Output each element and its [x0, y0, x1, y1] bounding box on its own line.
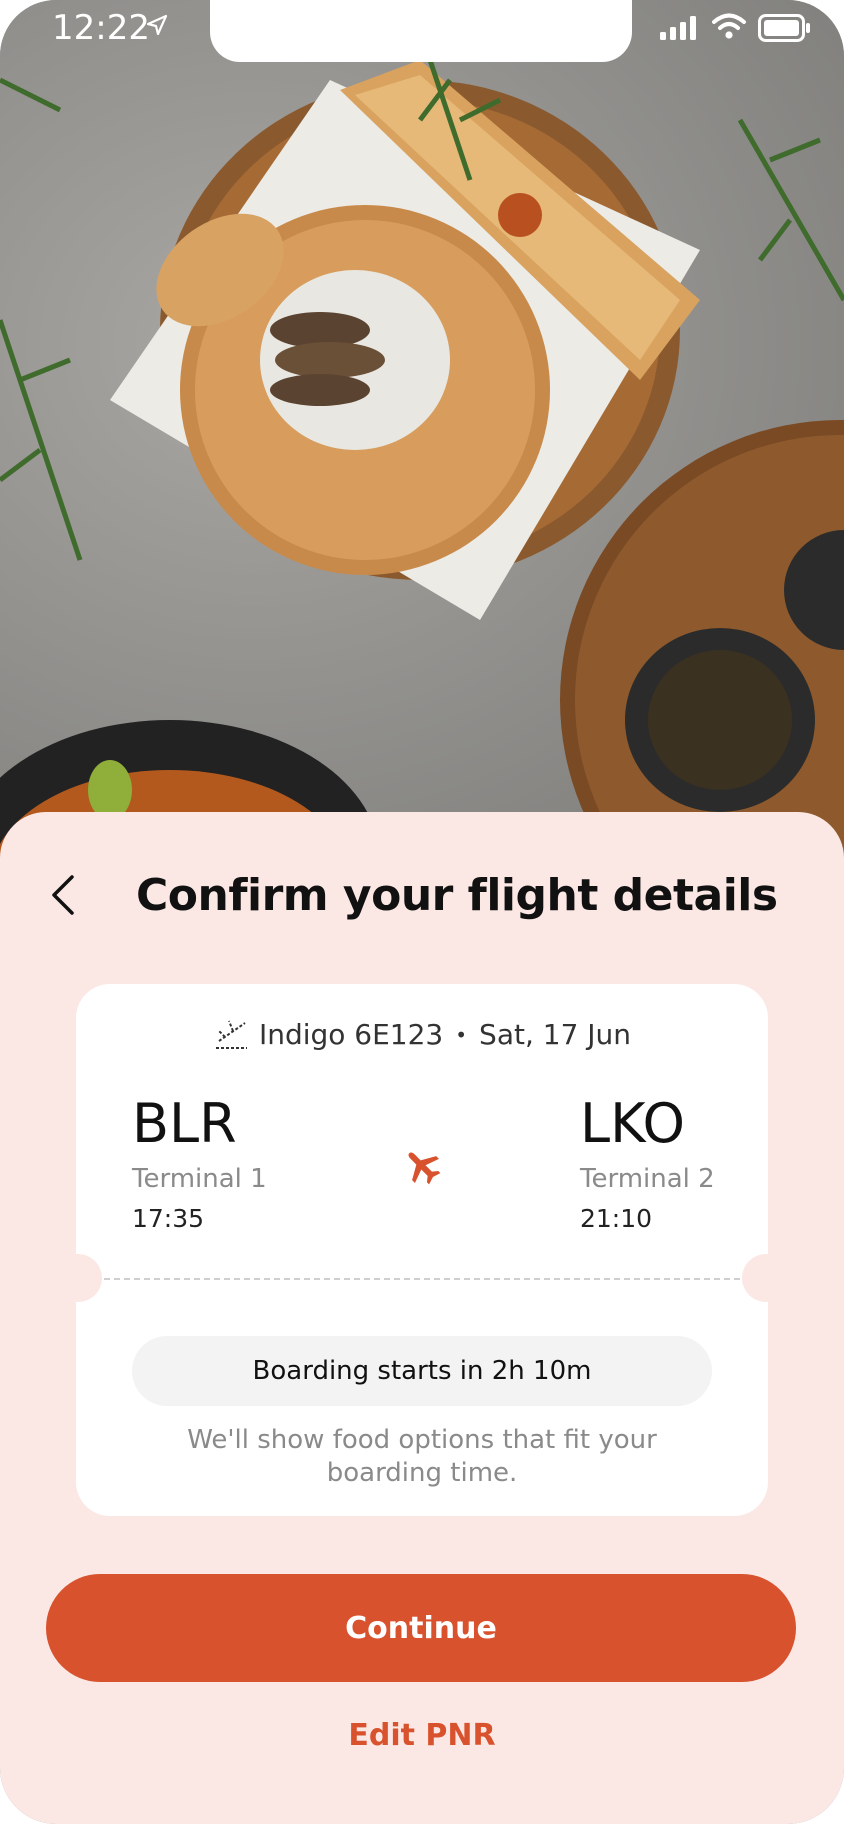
destination-code: LKO	[580, 1092, 686, 1155]
arrival-time: 21:10	[580, 1204, 653, 1233]
phone-screen: 12:22 Confirm your flight details Indigo…	[0, 0, 844, 1824]
page-title: Confirm your flight details	[136, 870, 778, 921]
flight-details-sheet: Confirm your flight details Indigo 6E123…	[0, 812, 844, 1824]
status-bar: 12:22	[0, 0, 844, 64]
ticket-divider	[104, 1278, 740, 1280]
takeoff-icon	[213, 1019, 249, 1051]
departure-time: 17:35	[132, 1204, 205, 1233]
flight-info-line: Indigo 6E123 • Sat, 17 Jun	[76, 1018, 768, 1051]
boarding-note: We'll show food options that fit your bo…	[187, 1425, 657, 1488]
ticket-notch-right	[742, 1254, 790, 1302]
edit-pnr-link[interactable]: Edit PNR	[0, 1718, 844, 1753]
flight-date: Sat, 17 Jun	[479, 1018, 632, 1051]
food-photo-illustration	[0, 59, 844, 860]
device-notch	[210, 0, 632, 62]
continue-button-label: Continue	[345, 1610, 497, 1646]
airline-flight-number: Indigo 6E123	[258, 1018, 444, 1051]
origin-terminal: Terminal 1	[132, 1164, 267, 1194]
info-separator: •	[455, 1022, 468, 1047]
plane-icon	[402, 1146, 442, 1191]
back-arrow-icon	[52, 875, 74, 915]
origin-code: BLR	[132, 1092, 237, 1155]
food-hero-image	[0, 0, 844, 860]
battery-icon	[758, 14, 812, 47]
destination-terminal: Terminal 2	[580, 1164, 715, 1194]
status-time: 12:22	[52, 8, 150, 48]
location-arrow-icon	[146, 14, 168, 41]
flight-ticket-card: Indigo 6E123 • Sat, 17 Jun BLR Terminal …	[54, 984, 790, 1516]
back-button[interactable]	[40, 872, 86, 918]
boarding-status-pill: Boarding starts in 2h 10m	[132, 1336, 712, 1406]
continue-button[interactable]: Continue	[46, 1574, 796, 1682]
boarding-status-text: Boarding starts in 2h 10m	[252, 1356, 592, 1386]
signal-icon	[660, 16, 700, 45]
wifi-icon	[712, 12, 746, 45]
ticket-notch-left	[54, 1254, 102, 1302]
